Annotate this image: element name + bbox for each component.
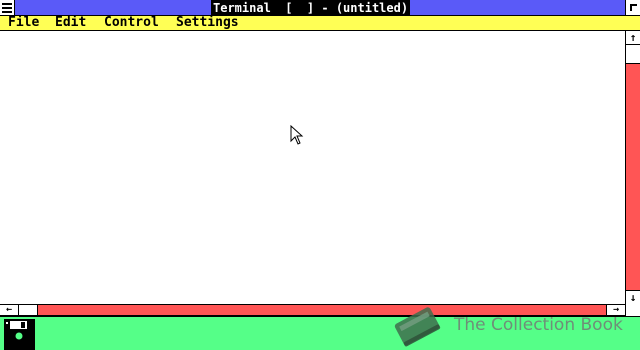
vertical-scrollbar[interactable]: ↑ ↓: [625, 31, 640, 304]
terminal-disk-icon[interactable]: [4, 319, 35, 350]
menu-edit[interactable]: Edit: [55, 16, 86, 30]
horizontal-scroll-thumb[interactable]: [19, 305, 38, 315]
mouse-pointer-icon: [290, 125, 304, 145]
menu-settings[interactable]: Settings: [176, 16, 239, 30]
scroll-up-arrow-icon[interactable]: ↑: [626, 31, 640, 45]
scrollbar-corner: [625, 304, 640, 316]
title-bar[interactable]: Terminal [ ] - (untitled): [0, 0, 640, 16]
menu-bar: File Edit Control Settings: [0, 16, 640, 31]
menu-file[interactable]: File: [8, 16, 39, 30]
scroll-left-arrow-icon[interactable]: ←: [0, 305, 19, 315]
terminal-client-area[interactable]: [0, 31, 625, 304]
horizontal-scrollbar[interactable]: ← →: [0, 304, 625, 316]
scroll-down-arrow-icon[interactable]: ↓: [626, 290, 640, 304]
system-menu-icon[interactable]: [0, 0, 15, 15]
screen: Terminal [ ] - (untitled) File Edit Cont…: [0, 0, 640, 350]
size-box-icon[interactable]: [625, 0, 640, 15]
menu-control[interactable]: Control: [104, 16, 159, 30]
window-title: Terminal [ ] - (untitled): [211, 0, 411, 15]
scroll-right-arrow-icon[interactable]: →: [606, 305, 625, 315]
icon-area: [0, 316, 640, 350]
vertical-scroll-thumb[interactable]: [626, 45, 640, 64]
